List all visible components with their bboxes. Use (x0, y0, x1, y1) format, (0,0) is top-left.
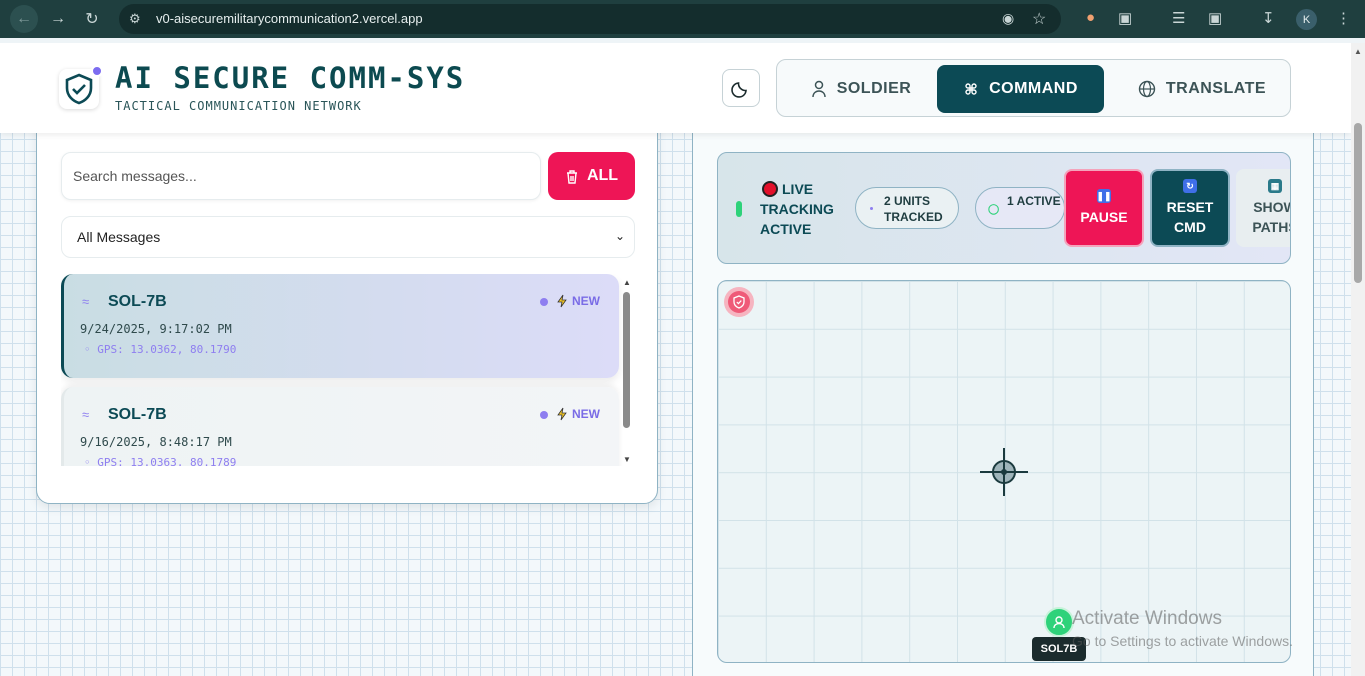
new-badge-label: NEW (572, 294, 600, 308)
filter-value: All Messages (77, 229, 161, 245)
clear-all-button[interactable]: ALL (548, 152, 635, 200)
search-input[interactable] (61, 152, 541, 200)
scroll-up-icon[interactable]: ▲ (623, 278, 631, 287)
role-translate-label: TRANSLATE (1165, 80, 1267, 97)
command-hq-marker[interactable] (724, 287, 754, 317)
page-scrollbar[interactable]: ▲ (1351, 43, 1365, 676)
pause-button[interactable]: ❚❚ PAUSE (1064, 169, 1144, 247)
live-indicator (736, 201, 742, 217)
message-list-scrollbar[interactable]: ▲ ▼ (621, 278, 633, 464)
units-tracked-badge: 2 UNITS TRACKED (855, 187, 959, 229)
theme-toggle-button[interactable] (722, 69, 760, 107)
download-icon[interactable]: ↧ (1262, 9, 1275, 27)
chevron-down-icon: ⌄ (614, 229, 625, 243)
profile-avatar[interactable]: K (1296, 9, 1317, 30)
map-icon: ▦ (1268, 179, 1282, 193)
message-gps: ◦ GPS: 13.0362, 80.1790 (84, 343, 237, 356)
message-card[interactable]: ≈ SOL-7B NEW 9/24/2025, 9:17:02 PM ◦ GPS… (61, 274, 619, 378)
units-tracked-label: 2 UNITS TRACKED (884, 194, 943, 224)
messages-panel: ALL All Messages ⌄ ≈ SOL-7B NEW 9/24/202… (36, 103, 658, 504)
pause-icon: ❚❚ (1096, 189, 1112, 203)
app-header: AI SECURE COMM-SYS TACTICAL COMMUNICATIO… (0, 43, 1351, 133)
moon-icon (731, 82, 747, 98)
message-time: 9/16/2025, 8:48:17 PM (80, 435, 232, 449)
windows-activation-watermark: Activate Windows Go to Settings to activ… (1072, 608, 1293, 649)
new-badge: NEW (556, 407, 600, 421)
extension-badge-icon[interactable]: ● (1086, 9, 1095, 26)
shield-icon (733, 295, 745, 309)
bolt-icon (557, 407, 567, 421)
unread-dot (540, 298, 548, 306)
role-translate-button[interactable]: TRANSLATE (1122, 65, 1282, 113)
user-icon (811, 80, 826, 98)
user-icon (1053, 616, 1065, 629)
message-unit: SOL-7B (108, 293, 167, 310)
bookmark-star-icon[interactable]: ☆ (1032, 9, 1046, 29)
location-icon[interactable]: ◉ (1002, 10, 1014, 27)
browser-toolbar: ← → ↻ ⚙ v0-aisecuremilitarycommunication… (0, 0, 1365, 38)
scroll-down-icon[interactable]: ▼ (623, 455, 631, 464)
forward-icon[interactable]: → (48, 9, 68, 29)
role-command-label: COMMAND (989, 80, 1078, 97)
page-content: ALL All Messages ⌄ ≈ SOL-7B NEW 9/24/202… (0, 43, 1351, 676)
new-badge: NEW (556, 294, 600, 308)
clear-all-label: ALL (586, 167, 619, 184)
watermark-line1: Activate Windows (1072, 608, 1222, 629)
tracking-map[interactable]: SOL7B (717, 280, 1291, 663)
gps-text: GPS: 13.0362, 80.1790 (97, 343, 237, 356)
globe-icon (1138, 80, 1156, 98)
live-status: LIVE TRACKING ACTIVE (760, 181, 834, 237)
role-soldier-button[interactable]: SOLDIER (801, 65, 921, 113)
shield-check-icon (65, 73, 93, 105)
bolt-icon (557, 294, 567, 308)
tracking-toolbar: LIVE TRACKING ACTIVE 2 UNITS TRACKED ◯ 1… (717, 152, 1291, 264)
extension-icon[interactable]: ▣ (1118, 9, 1132, 27)
signal-icon: ≈ (82, 407, 90, 422)
message-time: 9/24/2025, 9:17:02 PM (80, 322, 232, 336)
role-soldier-label: SOLDIER (836, 80, 912, 97)
app-logo (59, 65, 103, 109)
person-icon: ◯ (988, 204, 1000, 215)
reset-label: RESET CMD (1166, 199, 1214, 235)
message-list[interactable]: ≈ SOL-7B NEW 9/24/2025, 9:17:02 PM ◦ GPS… (61, 274, 635, 466)
menu-icon[interactable]: ⋮ (1336, 9, 1351, 27)
pause-label: PAUSE (1080, 209, 1128, 225)
app-subtitle: TACTICAL COMMUNICATION NETWORK (115, 99, 362, 113)
new-badge-label: NEW (572, 407, 600, 421)
show-paths-button[interactable]: ▦ SHOW PATHS (1236, 169, 1290, 247)
screenshot-icon[interactable]: ▣ (1208, 9, 1222, 27)
message-gps: ◦ GPS: 13.0363, 80.1789 (84, 456, 236, 466)
message-filter-select[interactable]: All Messages ⌄ (61, 216, 635, 258)
role-command-button[interactable]: COMMAND (937, 65, 1104, 113)
command-icon (965, 83, 977, 95)
signal-icon: ≈ (82, 294, 90, 309)
reset-command-button[interactable]: ↻ RESET CMD (1150, 169, 1230, 247)
pulse-dot (870, 207, 873, 210)
crosshair-icon (980, 448, 1028, 496)
back-icon[interactable]: ← (10, 5, 38, 33)
reload-icon[interactable]: ↻ (82, 9, 102, 29)
status-dot (91, 65, 103, 77)
translate-icon[interactable]: ☰ (1172, 9, 1185, 27)
active-count-label: 1 ACTIVE (1007, 194, 1061, 208)
address-bar[interactable]: ⚙ v0-aisecuremilitarycommunication2.verc… (119, 4, 1061, 34)
unread-dot (540, 411, 548, 419)
message-card[interactable]: ≈ SOL-7B NEW 9/16/2025, 8:48:17 PM ◦ GPS… (61, 387, 619, 466)
active-count-badge: ◯ 1 ACTIVE (975, 187, 1065, 229)
scroll-up-icon[interactable]: ▲ (1354, 47, 1362, 56)
app-title: AI SECURE COMM-SYS (115, 61, 466, 95)
scroll-thumb[interactable] (623, 292, 630, 428)
watermark-line2: Go to Settings to activate Windows. (1072, 633, 1293, 649)
message-unit: SOL-7B (108, 406, 167, 423)
role-switcher: SOLDIER COMMAND TRANSLATE (776, 59, 1291, 117)
tracking-panel: LIVE TRACKING ACTIVE 2 UNITS TRACKED ◯ 1… (692, 103, 1314, 676)
trash-icon (566, 169, 577, 184)
site-settings-icon[interactable]: ⚙ (129, 11, 141, 27)
soldier-marker[interactable] (1044, 607, 1074, 637)
gps-text: GPS: 13.0363, 80.1789 (97, 456, 237, 466)
url-text[interactable]: v0-aisecuremilitarycommunication2.vercel… (156, 11, 423, 26)
refresh-icon: ↻ (1183, 179, 1197, 193)
paths-label: SHOW PATHS (1252, 199, 1290, 235)
page-scroll-thumb[interactable] (1354, 123, 1362, 283)
